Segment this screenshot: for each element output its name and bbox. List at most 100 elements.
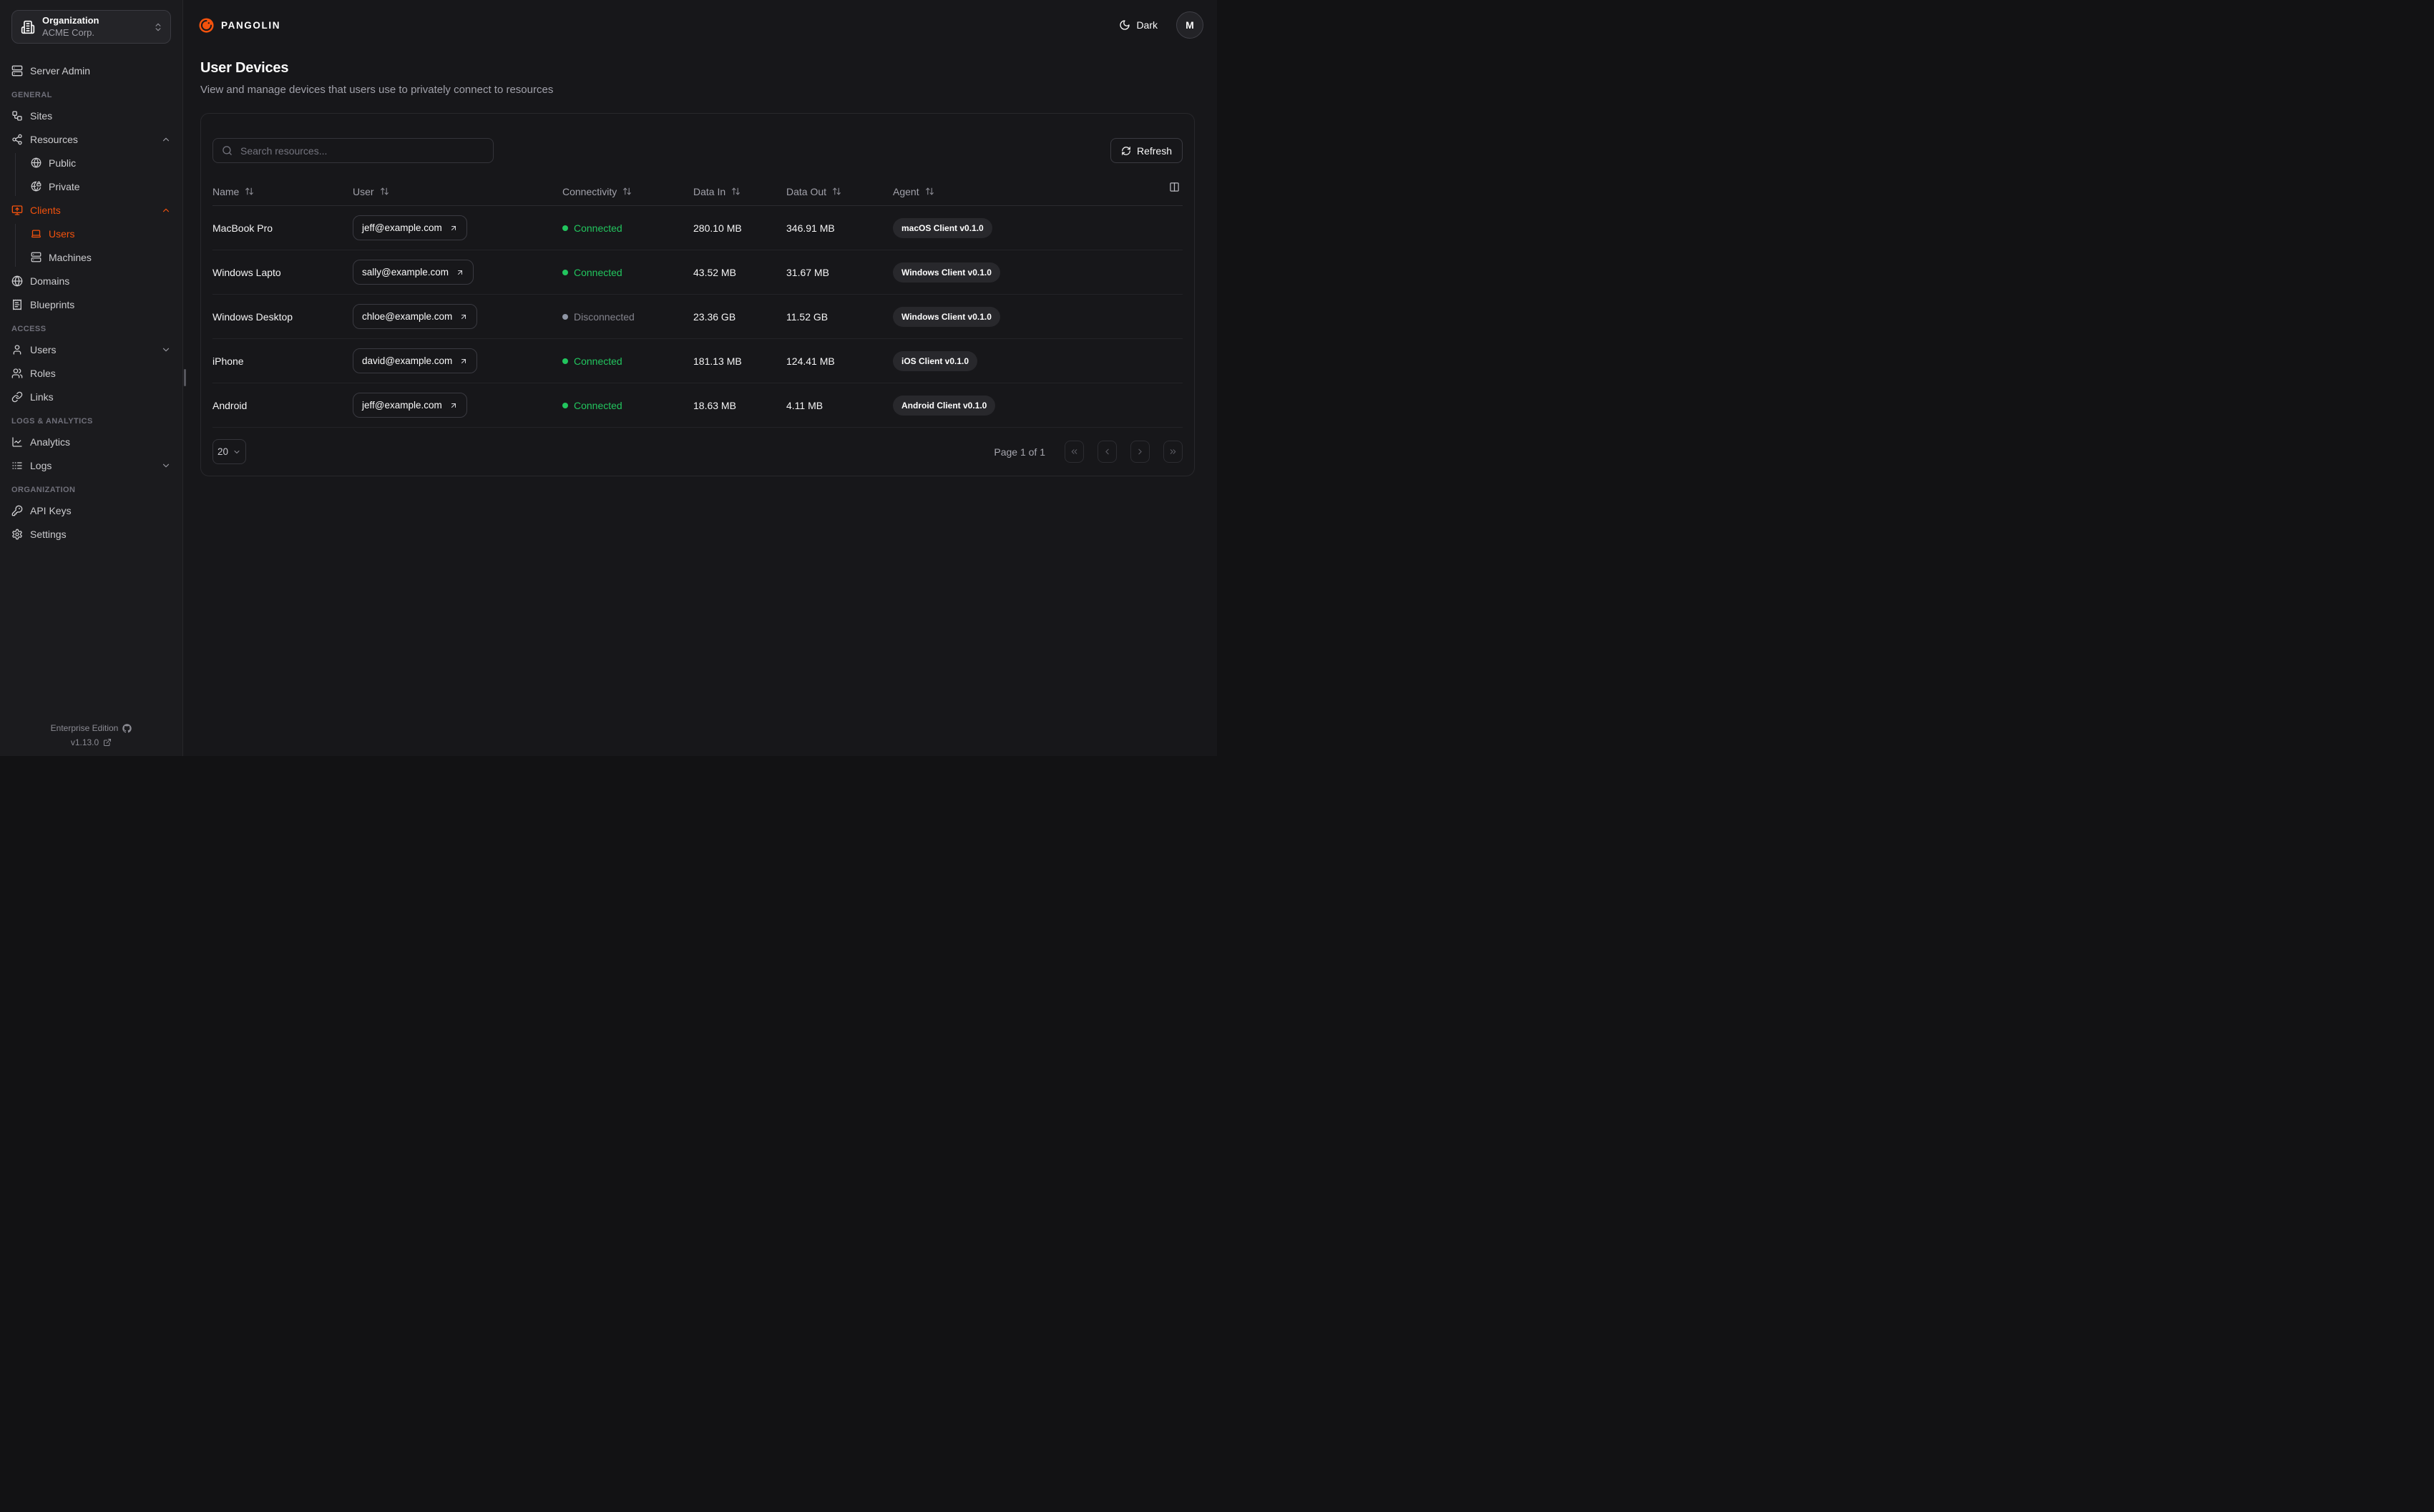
sidebar-item-access-users[interactable]: Users [11, 340, 171, 359]
next-page-button[interactable] [1130, 441, 1150, 463]
sidebar-item-links[interactable]: Links [11, 387, 171, 406]
table-row: Windows Desktop chloe@example.com Discon… [212, 295, 1183, 339]
sidebar-scrollbar-thumb[interactable] [184, 369, 186, 386]
sidebar-item-client-users[interactable]: Users [31, 224, 171, 243]
sidebar-item-label: Links [30, 391, 54, 403]
connectivity-status: Connected [562, 400, 693, 411]
chevron-left-icon [1103, 447, 1112, 456]
sidebar-item-public[interactable]: Public [31, 153, 171, 172]
previous-page-button[interactable] [1098, 441, 1117, 463]
column-header-user[interactable]: User [353, 186, 562, 197]
user-link-button[interactable]: david@example.com [353, 348, 478, 373]
pangolin-logo-icon [198, 17, 215, 34]
sidebar-item-logs[interactable]: Logs [11, 456, 171, 475]
arrow-up-right-icon [459, 357, 468, 365]
sidebar-item-sites[interactable]: Sites [11, 106, 171, 125]
sort-icon [925, 187, 934, 196]
column-header-label: Data In [693, 185, 726, 197]
connectivity-status: Connected [562, 267, 693, 278]
refresh-button-label: Refresh [1136, 144, 1172, 157]
sidebar-item-label: Machines [49, 251, 92, 263]
chevron-right-icon [1135, 447, 1145, 456]
sidebar-item-label: Resources [30, 133, 78, 145]
data-out-value: 4.11 MB [786, 399, 823, 411]
column-header-name[interactable]: Name [212, 186, 353, 197]
page-title: User Devices [200, 60, 289, 76]
sidebar-item-label: Private [49, 180, 80, 192]
connectivity-status: Disconnected [562, 311, 693, 323]
sort-icon [245, 187, 254, 196]
user-email: jeff@example.com [362, 222, 442, 233]
columns-toggle-button[interactable] [1168, 180, 1181, 194]
page-size-value: 20 [217, 446, 229, 457]
sidebar-item-domains[interactable]: Domains [11, 271, 171, 290]
external-link-icon[interactable] [103, 738, 112, 747]
chevron-up-icon[interactable] [161, 134, 171, 144]
user-link-button[interactable]: sally@example.com [353, 260, 474, 285]
status-label: Connected [574, 222, 622, 234]
user-link-button[interactable]: jeff@example.com [353, 393, 467, 418]
data-out-value: 124.41 MB [786, 355, 835, 367]
sidebar-item-server-admin[interactable]: Server Admin [11, 61, 171, 80]
chevron-up-icon[interactable] [161, 205, 171, 215]
last-page-button[interactable] [1163, 441, 1183, 463]
agent-badge: Android Client v0.1.0 [893, 395, 996, 416]
device-name: MacBook Pro [212, 222, 273, 234]
table-row: MacBook Pro jeff@example.com Connected 2… [212, 206, 1183, 250]
chevron-down-icon[interactable] [161, 461, 171, 471]
sidebar-item-resources[interactable]: Resources [11, 129, 171, 149]
column-header-label: Data Out [786, 185, 827, 197]
sidebar-item-private[interactable]: Private [31, 177, 171, 196]
arrow-up-right-icon [449, 401, 458, 410]
sidebar-item-clients[interactable]: Clients [11, 200, 171, 220]
refresh-button[interactable]: Refresh [1110, 138, 1183, 163]
page-size-select[interactable]: 20 [212, 439, 246, 464]
table-row: Windows Lapto sally@example.com Connecte… [212, 250, 1183, 295]
status-label: Connected [574, 399, 622, 411]
column-header-agent[interactable]: Agent [893, 186, 1183, 197]
user-email: sally@example.com [362, 267, 449, 278]
search-icon [222, 145, 233, 156]
sidebar-item-blueprints[interactable]: Blueprints [11, 295, 171, 314]
user-avatar[interactable]: M [1176, 11, 1203, 39]
chevrons-left-icon [1070, 447, 1079, 456]
device-name: Windows Desktop [212, 310, 293, 323]
logs-icon [11, 460, 23, 471]
column-header-data-out[interactable]: Data Out [786, 186, 893, 197]
section-header-logs-analytics: LOGS & ANALYTICS [11, 417, 93, 426]
data-in-value: 23.36 GB [693, 310, 736, 323]
sidebar-item-roles[interactable]: Roles [11, 363, 171, 383]
server-icon [31, 252, 41, 262]
sidebar-item-analytics[interactable]: Analytics [11, 432, 171, 451]
arrow-up-right-icon [459, 313, 468, 321]
sidebar-item-label: Logs [30, 459, 52, 471]
github-icon[interactable] [122, 724, 132, 733]
sidebar-item-machines[interactable]: Machines [31, 247, 171, 267]
org-selector[interactable]: Organization ACME Corp. [11, 10, 171, 44]
theme-toggle-label: Dark [1136, 19, 1158, 31]
table-toolbar: Refresh [212, 138, 1183, 163]
user-link-button[interactable]: jeff@example.com [353, 215, 467, 240]
avatar-initial: M [1186, 19, 1194, 31]
column-header-connectivity[interactable]: Connectivity [562, 186, 693, 197]
chart-line-icon [11, 436, 23, 448]
resources-subgroup: Public Private [15, 153, 171, 196]
theme-toggle-button[interactable]: Dark [1115, 19, 1162, 31]
agent-badge: macOS Client v0.1.0 [893, 217, 992, 238]
app-window: Organization ACME Corp. Server Admin GEN… [0, 0, 1217, 756]
sidebar-item-api-keys[interactable]: API Keys [11, 501, 171, 520]
column-header-data-in[interactable]: Data In [693, 186, 786, 197]
brand[interactable]: PANGOLIN [198, 17, 280, 34]
column-header-label: Agent [893, 185, 919, 197]
sidebar-item-label: Clients [30, 204, 61, 216]
device-name: Android [212, 399, 248, 411]
search-input[interactable] [239, 144, 484, 157]
sidebar-nav: Server Admin GENERAL Sites Resources Pub… [0, 44, 182, 544]
first-page-button[interactable] [1065, 441, 1084, 463]
chevron-down-icon[interactable] [161, 345, 171, 355]
device-name: Windows Lapto [212, 266, 281, 278]
sidebar-item-label: Public [49, 157, 77, 169]
user-email: jeff@example.com [362, 400, 442, 411]
sidebar-item-settings[interactable]: Settings [11, 524, 171, 544]
user-link-button[interactable]: chloe@example.com [353, 304, 478, 329]
